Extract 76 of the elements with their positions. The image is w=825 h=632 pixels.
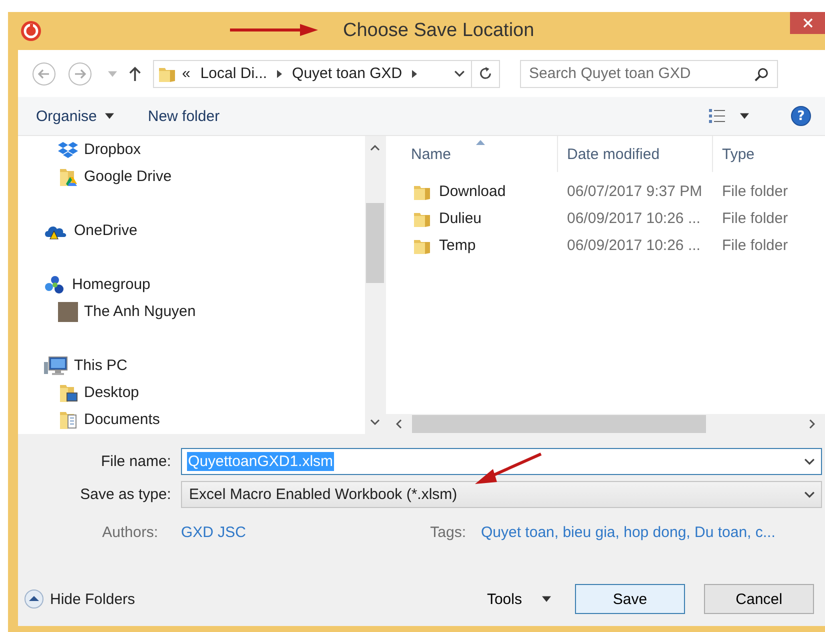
navigation-item[interactable]: Desktop — [44, 379, 365, 406]
folder-icon — [58, 382, 78, 402]
chevron-icon[interactable] — [412, 70, 418, 78]
photo-placeholder — [58, 302, 78, 322]
close-button[interactable] — [790, 12, 825, 34]
up-arrow-icon[interactable] — [129, 66, 141, 82]
navigation-item[interactable]: This PC — [44, 352, 365, 379]
scroll-left-icon[interactable] — [396, 419, 402, 429]
authors-label: Authors: — [101, 524, 158, 541]
file-name: Temp — [439, 237, 476, 254]
save-button[interactable]: Save — [575, 584, 685, 614]
hide-folders-button[interactable]: Hide Folders — [24, 589, 136, 609]
organise-menu-button[interactable]: Organise — [32, 104, 118, 128]
file-name: Download — [439, 183, 506, 200]
dropdown-icon[interactable] — [804, 458, 815, 465]
sort-caret-icon — [476, 140, 485, 145]
address-bar[interactable]: « Local Di... Quyet toan GXD — [153, 60, 500, 88]
file-date: 06/09/2017 10:26 ... — [566, 237, 702, 254]
file-row[interactable]: Dulieu 06/09/2017 10:26 ... File folder — [386, 205, 825, 232]
column-header[interactable]: Name — [386, 136, 558, 172]
navigation-item[interactable]: OneDrive — [44, 217, 365, 244]
app-icon — [20, 20, 42, 42]
window-title: Choose Save Location — [342, 20, 534, 42]
close-icon — [802, 18, 812, 28]
file-row[interactable]: Temp 06/09/2017 10:26 ... File folder — [386, 232, 825, 259]
breadcrumb-overflow[interactable]: « — [182, 65, 190, 82]
folder-icon — [58, 410, 78, 430]
caret-icon — [542, 596, 551, 602]
field-label: Save as type: — [79, 486, 171, 503]
navigation-item[interactable]: Documents — [44, 406, 365, 433]
breadcrumb-item[interactable]: Quyet toan GXD — [292, 65, 402, 82]
navigation-item[interactable]: Homegroup — [44, 271, 365, 298]
scroll-right-icon[interactable] — [809, 419, 815, 429]
file-date: 06/07/2017 9:37 PM — [566, 183, 704, 200]
dropdown-icon[interactable] — [454, 70, 465, 77]
authors-value[interactable]: GXD JSC — [181, 524, 331, 541]
field-label: File name: — [100, 453, 171, 470]
navigation-item[interactable]: Dropbox — [44, 136, 365, 163]
file-date: 06/09/2017 10:26 ... — [566, 210, 702, 227]
column-header[interactable]: Date modified — [558, 136, 713, 172]
file-type-dropdown[interactable]: Excel Macro Enabled Workbook (*.xlsm) — [181, 481, 822, 508]
file-name: Dulieu — [439, 210, 482, 227]
network-icon — [44, 274, 66, 294]
column-header[interactable]: Type — [713, 136, 825, 172]
file-type: File folder — [721, 183, 789, 200]
scrollbar-thumb[interactable] — [412, 415, 706, 433]
cancel-button[interactable]: Cancel — [704, 584, 814, 614]
navigation-item[interactable]: Google Drive — [44, 163, 365, 190]
chevron-icon[interactable] — [277, 70, 282, 78]
computer-icon — [44, 356, 68, 376]
search-field[interactable]: Search Quyet toan GXD — [520, 60, 778, 88]
boxes-icon — [58, 140, 78, 158]
annotation-arrow — [473, 452, 543, 486]
caret-icon[interactable] — [740, 113, 749, 119]
scrollbar-thumb[interactable] — [366, 203, 384, 283]
vertical-scrollbar[interactable] — [365, 136, 385, 434]
file-type: File folder — [721, 237, 789, 254]
scroll-down-icon[interactable] — [370, 419, 380, 425]
scroll-up-icon[interactable] — [370, 145, 380, 151]
folder-icon — [58, 166, 78, 186]
file-row[interactable]: Download 06/07/2017 9:37 PM File folder — [386, 178, 825, 205]
caret-icon — [104, 113, 114, 119]
view-list-icon[interactable] — [708, 108, 726, 124]
dropdown-icon — [804, 491, 815, 498]
breadcrumb-item[interactable]: Local Di... — [200, 65, 268, 82]
navigation-item[interactable]: The Anh Nguyen — [44, 298, 365, 325]
file-type: File folder — [721, 210, 789, 227]
search-icon[interactable] — [754, 66, 769, 82]
tags-value[interactable]: Quyet toan, bieu gia, hop dong, Du toan, c... — [481, 524, 776, 541]
refresh-icon — [478, 66, 493, 81]
collapse-icon — [24, 589, 44, 609]
tags-label: Tags: — [429, 524, 466, 541]
help-button[interactable]: ? — [791, 106, 811, 126]
new-folder-button[interactable]: New folder — [144, 104, 224, 128]
horizontal-scrollbar[interactable] — [386, 414, 825, 434]
tools-menu-button[interactable]: Tools — [482, 586, 555, 612]
